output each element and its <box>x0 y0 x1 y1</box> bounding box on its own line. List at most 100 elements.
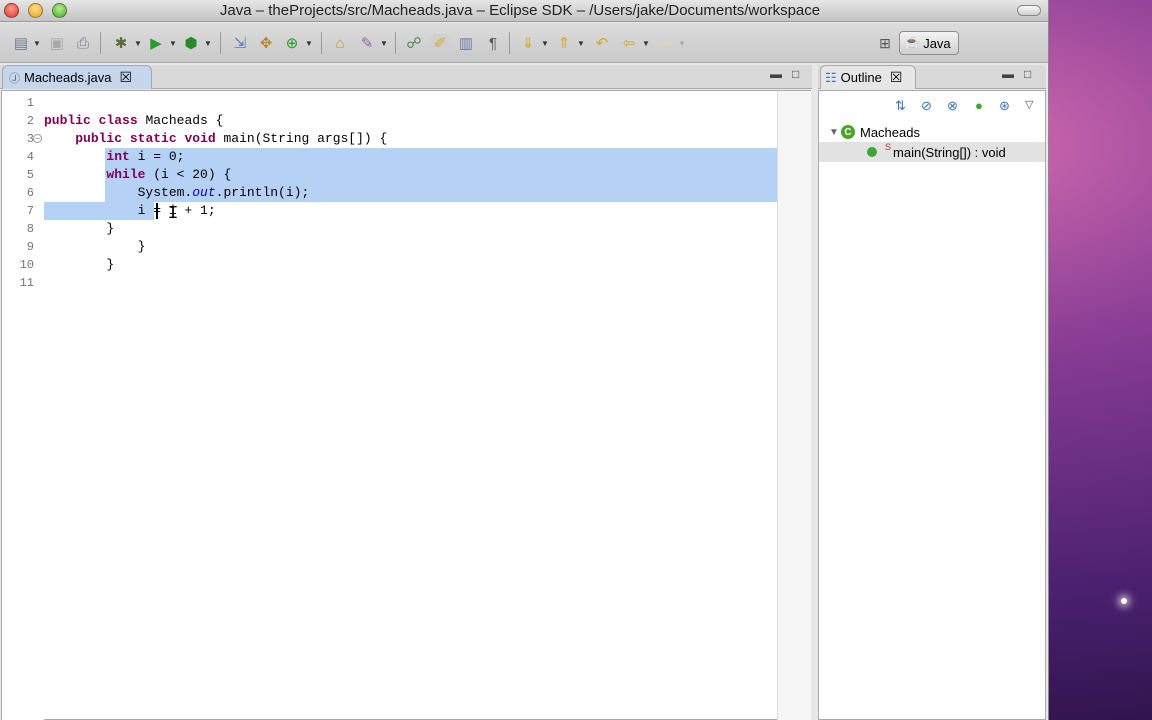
code-token: } <box>44 221 115 236</box>
back-dropdown-icon[interactable]: ▼ <box>642 39 650 48</box>
title-bar[interactable]: Java – theProjects/src/Macheads.java – E… <box>0 0 1048 22</box>
close-icon[interactable]: ☒ <box>119 69 132 86</box>
close-icon[interactable]: ☒ <box>890 69 903 86</box>
code-token: } <box>44 239 146 254</box>
toolbar-separator <box>220 32 221 54</box>
new-wizard-dropdown-icon[interactable]: ▼ <box>33 39 41 48</box>
save-icon[interactable]: ▣ <box>48 34 66 52</box>
search-icon[interactable]: ✎ <box>358 34 376 52</box>
java-file-icon: Ⓙ <box>9 72 20 85</box>
minimize-outline-icon[interactable]: ▬ <box>1002 67 1014 81</box>
hide-local-types-icon[interactable]: ⊛ <box>999 98 1010 114</box>
outline-class-label: Macheads <box>860 124 920 140</box>
external-tools-icon[interactable]: ⬢ <box>182 34 200 52</box>
code-token: void <box>184 131 216 146</box>
previous-annotation-icon[interactable]: ⇑ <box>555 34 573 52</box>
code-line[interactable]: public class Macheads { <box>44 112 223 130</box>
minimize-editor-icon[interactable]: ▬ <box>770 67 782 81</box>
hide-static-icon[interactable]: ⊗ <box>947 98 958 114</box>
run-dropdown-icon[interactable]: ▼ <box>169 39 177 48</box>
run-icon[interactable]: ▶ <box>147 34 165 52</box>
line-number: 5 <box>26 168 34 182</box>
toggle-breadcrumb-icon[interactable]: ☍ <box>405 34 423 52</box>
code-line[interactable]: public static void main(String args[]) { <box>44 130 387 148</box>
code-editor[interactable]: 1 2 3− 4 5 6 7 8 9 10 11 public class Macheads { p… <box>1 90 811 720</box>
show-whitespace-icon[interactable]: ¶ <box>484 34 502 52</box>
java-perspective-label: Java <box>923 35 951 51</box>
line-number: 3 <box>26 132 34 146</box>
java-perspective-icon: ☕ <box>904 35 921 50</box>
forward-dropdown-icon[interactable]: ▼ <box>678 39 686 48</box>
new-wizard-icon[interactable]: ▤ <box>12 34 30 52</box>
code-line[interactable]: while (i < 20) { <box>44 166 231 184</box>
new-class-icon[interactable]: ⊕ <box>283 34 301 52</box>
code-line[interactable]: System.out.println(i); <box>44 184 310 202</box>
open-perspective-icon[interactable]: ⊞ <box>874 32 896 54</box>
previous-annotation-dropdown-icon[interactable]: ▼ <box>577 39 585 48</box>
chevron-down-icon[interactable]: ▼ <box>827 127 841 138</box>
code-token: i = 0; <box>129 149 185 164</box>
editor-tab-macheads[interactable]: Ⓙ Macheads.java ☒ <box>2 65 152 89</box>
code-line[interactable]: } <box>44 256 114 274</box>
text-caret <box>155 203 158 219</box>
maximize-outline-icon[interactable]: □ <box>1024 67 1031 81</box>
toolbar-toggle-button[interactable] <box>1017 5 1041 16</box>
outline-tab-label: Outline <box>840 70 882 85</box>
outline-view-icon: ☷ <box>825 69 837 85</box>
code-token: i = i + 1; <box>44 203 216 218</box>
new-class-dropdown-icon[interactable]: ▼ <box>305 39 313 48</box>
code-area[interactable]: public class Macheads { public static vo… <box>44 91 777 720</box>
new-java-project-icon[interactable]: ⇲ <box>231 34 249 52</box>
last-edit-location-icon[interactable]: ↶ <box>593 34 611 52</box>
line-number: 8 <box>26 222 34 236</box>
line-number: 7 <box>26 204 34 218</box>
code-line[interactable]: int i = 0; <box>44 148 184 166</box>
next-annotation-icon[interactable]: ⇓ <box>519 34 537 52</box>
outline-tab-bar: ☷ Outline ☒ ▬ □ <box>818 65 1046 89</box>
line-number: 10 <box>19 258 34 272</box>
outline-method-node[interactable]: S main(String[]) : void <box>819 142 1045 162</box>
outline-class-node[interactable]: ▼ C Macheads <box>827 122 920 142</box>
code-token: static <box>129 131 177 146</box>
fold-toggle-icon[interactable]: − <box>33 134 42 143</box>
code-token: public <box>75 131 123 146</box>
code-line[interactable]: i = i + 1; <box>44 202 216 220</box>
toolbar-separator <box>321 32 322 54</box>
tab-outline[interactable]: ☷ Outline ☒ <box>820 65 916 89</box>
line-number: 4 <box>26 150 34 164</box>
java-perspective-button[interactable]: ☕ Java <box>899 31 959 55</box>
view-menu-icon[interactable]: ▽ <box>1025 98 1033 111</box>
code-line[interactable]: } <box>44 220 114 238</box>
line-number-ruler: 1 2 3− 4 5 6 7 8 9 10 11 <box>2 91 44 720</box>
code-token: main(String args[]) { <box>215 131 388 146</box>
block-selection-icon[interactable]: ▥ <box>457 34 475 52</box>
sort-icon[interactable]: ⇅ <box>895 98 906 114</box>
external-tools-dropdown-icon[interactable]: ▼ <box>204 39 212 48</box>
code-token: out <box>192 185 216 200</box>
editor-tab-bar: Ⓙ Macheads.java ☒ ▬ □ <box>0 65 812 89</box>
debug-dropdown-icon[interactable]: ▼ <box>134 39 142 48</box>
maximize-editor-icon[interactable]: □ <box>792 67 799 81</box>
debug-icon[interactable]: ✱ <box>112 34 130 52</box>
hide-non-public-icon[interactable]: ● <box>975 98 983 113</box>
class-icon: C <box>841 125 855 139</box>
print-icon[interactable]: ⎙ <box>74 34 92 52</box>
toolbar-separator <box>395 32 396 54</box>
hide-fields-icon[interactable]: ⊘ <box>921 98 932 114</box>
open-type-icon[interactable]: ⌂ <box>331 34 349 52</box>
forward-icon[interactable]: ⇨ <box>656 34 674 52</box>
line-number: 1 <box>26 96 34 110</box>
mark-occurrences-icon[interactable]: ✐ <box>431 34 449 52</box>
search-dropdown-icon[interactable]: ▼ <box>380 39 388 48</box>
code-line[interactable]: } <box>44 238 146 256</box>
code-token: public <box>44 113 91 128</box>
back-icon[interactable]: ⇦ <box>620 34 638 52</box>
next-annotation-dropdown-icon[interactable]: ▼ <box>541 39 549 48</box>
new-package-icon[interactable]: ✥ <box>257 34 275 52</box>
overview-ruler[interactable] <box>777 91 811 720</box>
